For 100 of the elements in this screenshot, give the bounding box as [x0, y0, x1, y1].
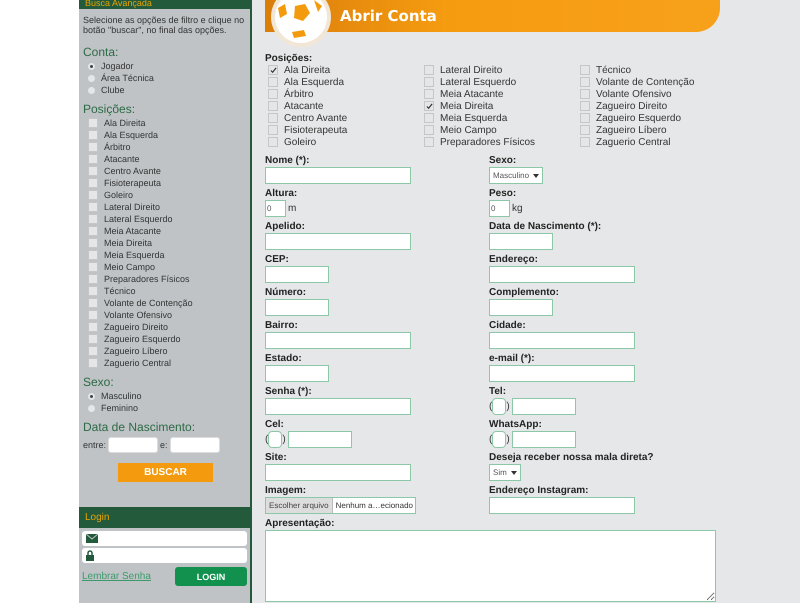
checkbox[interactable] — [424, 65, 434, 75]
checkbox[interactable] — [580, 125, 590, 135]
phone-field[interactable] — [512, 431, 576, 448]
number-field[interactable]: 0 — [265, 200, 286, 217]
number-field[interactable]: 0 — [489, 200, 510, 217]
radio-button[interactable] — [88, 404, 95, 412]
password-field[interactable] — [82, 548, 247, 563]
area-code-field[interactable] — [492, 431, 506, 448]
checkbox[interactable] — [268, 125, 278, 135]
option-label: Zaguerio Central — [104, 358, 172, 368]
checkbox[interactable] — [580, 77, 590, 87]
section-title: Data de Nascimento: — [83, 420, 196, 434]
checkbox[interactable] — [88, 202, 98, 212]
text-field[interactable] — [489, 266, 635, 283]
checkbox[interactable] — [580, 137, 590, 147]
email-field[interactable] — [82, 531, 247, 546]
field-label: CEP: — [265, 253, 290, 266]
option-label: Zagueiro Líbero — [104, 346, 168, 356]
option-label: Clube — [101, 85, 125, 95]
checkbox[interactable] — [88, 322, 98, 332]
checkbox[interactable] — [268, 77, 278, 87]
radio-button[interactable] — [88, 74, 95, 82]
text-field[interactable] — [489, 233, 553, 250]
radio-button[interactable] — [88, 86, 95, 94]
option-label: Meia Esquerda — [440, 112, 508, 124]
text-field[interactable] — [489, 332, 635, 349]
checkbox[interactable] — [268, 65, 278, 75]
envelope-icon — [86, 534, 98, 543]
field-label: Imagem: — [265, 484, 308, 497]
field-label: e: — [160, 440, 168, 450]
date-field[interactable] — [170, 437, 220, 453]
option-label: Árbitro — [284, 88, 314, 100]
checkbox[interactable] — [580, 89, 590, 99]
checkbox[interactable] — [424, 101, 434, 111]
text-field[interactable] — [265, 266, 329, 283]
checkbox[interactable] — [88, 214, 98, 224]
checkbox[interactable] — [580, 113, 590, 123]
text-field[interactable] — [265, 233, 411, 250]
text-field[interactable] — [489, 497, 635, 514]
checkbox[interactable] — [580, 65, 590, 75]
option-label: Lateral Esquerdo — [440, 76, 516, 88]
dropdown[interactable]: Sim — [489, 464, 521, 481]
text-area[interactable] — [265, 530, 716, 602]
field-label: Cel: — [265, 418, 285, 431]
checkbox[interactable] — [88, 286, 98, 296]
checkbox[interactable] — [88, 238, 98, 248]
checkbox[interactable] — [88, 358, 98, 368]
checkbox[interactable] — [268, 101, 278, 111]
checkbox[interactable] — [88, 130, 98, 140]
checkbox[interactable] — [88, 310, 98, 320]
option-label: Zagueiro Direito — [596, 100, 668, 112]
text-field[interactable] — [265, 167, 411, 184]
phone-field[interactable] — [512, 398, 576, 415]
checkbox[interactable] — [424, 137, 434, 147]
option-label: Preparadores Físicos — [104, 274, 190, 284]
option-label: Meia Esquerda — [104, 250, 165, 260]
login-button[interactable]: LOGIN — [175, 567, 247, 586]
checkbox[interactable] — [88, 334, 98, 344]
option-label: Jogador — [101, 61, 134, 71]
checkbox[interactable] — [88, 118, 98, 128]
checkbox[interactable] — [424, 113, 434, 123]
checkbox[interactable] — [88, 154, 98, 164]
checkbox[interactable] — [88, 274, 98, 284]
option-label: Meia Direita — [440, 100, 494, 112]
checkbox[interactable] — [424, 77, 434, 87]
dropdown[interactable]: Masculino — [489, 167, 544, 184]
checkbox[interactable] — [580, 101, 590, 111]
checkbox[interactable] — [88, 190, 98, 200]
radio-button[interactable] — [88, 392, 95, 400]
checkbox[interactable] — [88, 178, 98, 188]
area-code-field[interactable] — [268, 431, 282, 448]
parenthesis: ( — [489, 401, 492, 412]
checkbox[interactable] — [88, 142, 98, 152]
text-field[interactable] — [265, 299, 329, 316]
checkbox[interactable] — [88, 298, 98, 308]
text-field[interactable] — [265, 464, 411, 481]
text-field[interactable] — [265, 398, 411, 415]
date-field[interactable] — [108, 437, 158, 453]
field-label: Complemento: — [489, 286, 560, 299]
checkbox[interactable] — [88, 262, 98, 272]
checkbox[interactable] — [268, 113, 278, 123]
checkbox[interactable] — [424, 125, 434, 135]
checkbox[interactable] — [88, 166, 98, 176]
text-field[interactable] — [489, 365, 635, 382]
option-label: Zagueiro Esquerdo — [596, 112, 682, 124]
phone-field[interactable] — [288, 431, 352, 448]
checkbox[interactable] — [88, 226, 98, 236]
checkbox[interactable] — [268, 137, 278, 147]
text-field[interactable] — [265, 365, 329, 382]
area-code-field[interactable] — [492, 398, 506, 415]
text-field[interactable] — [489, 299, 553, 316]
option-label: Zagueiro Esquerdo — [104, 334, 181, 344]
checkbox[interactable] — [88, 346, 98, 356]
option-label: Centro Avante — [104, 166, 161, 176]
choose-file-button[interactable]: Escolher arquivo — [266, 498, 333, 513]
text-field[interactable] — [265, 332, 411, 349]
checkbox[interactable] — [88, 250, 98, 260]
checkbox[interactable] — [424, 89, 434, 99]
radio-button[interactable] — [88, 62, 95, 70]
checkbox[interactable] — [268, 89, 278, 99]
